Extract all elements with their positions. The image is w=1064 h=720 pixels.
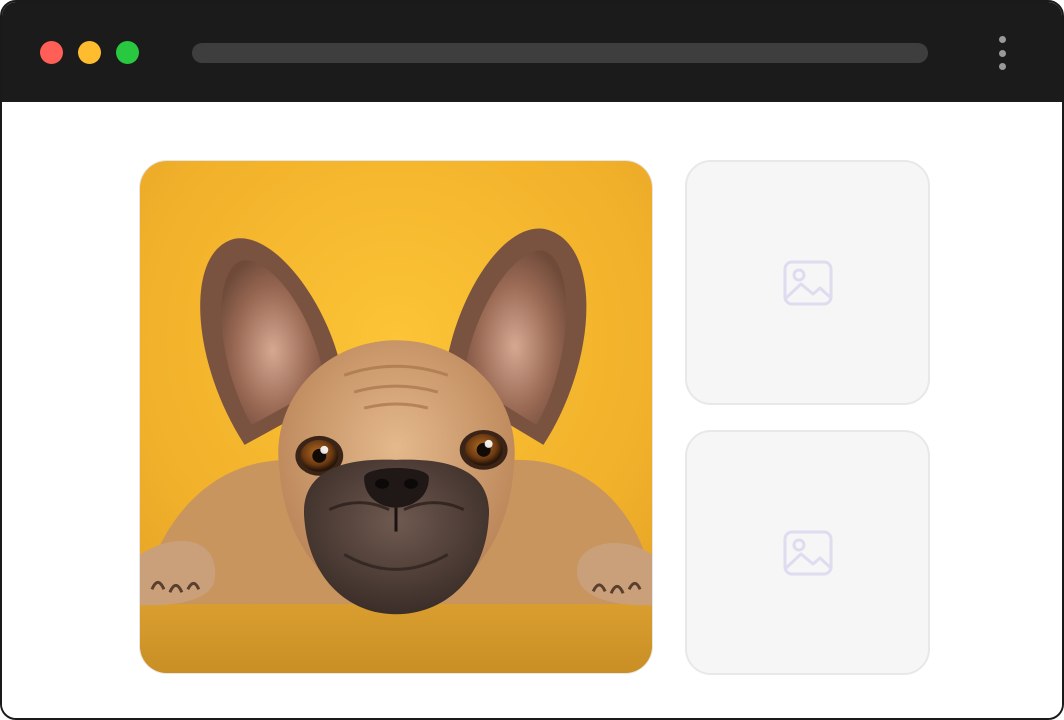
image-placeholder-1[interactable] (685, 160, 930, 405)
maximize-window-button[interactable] (116, 41, 139, 64)
page-content (2, 102, 1062, 718)
minimize-window-button[interactable] (78, 41, 101, 64)
title-bar (2, 2, 1062, 102)
address-bar[interactable] (192, 43, 928, 63)
image-placeholder-icon (783, 530, 832, 575)
more-vertical-icon[interactable] (992, 34, 1012, 72)
image-placeholder-icon (783, 260, 832, 305)
image-placeholder-2[interactable] (685, 430, 930, 675)
french-bulldog-photo (140, 161, 652, 673)
browser-window (0, 0, 1064, 720)
main-photo[interactable] (139, 160, 653, 674)
close-window-button[interactable] (40, 41, 63, 64)
